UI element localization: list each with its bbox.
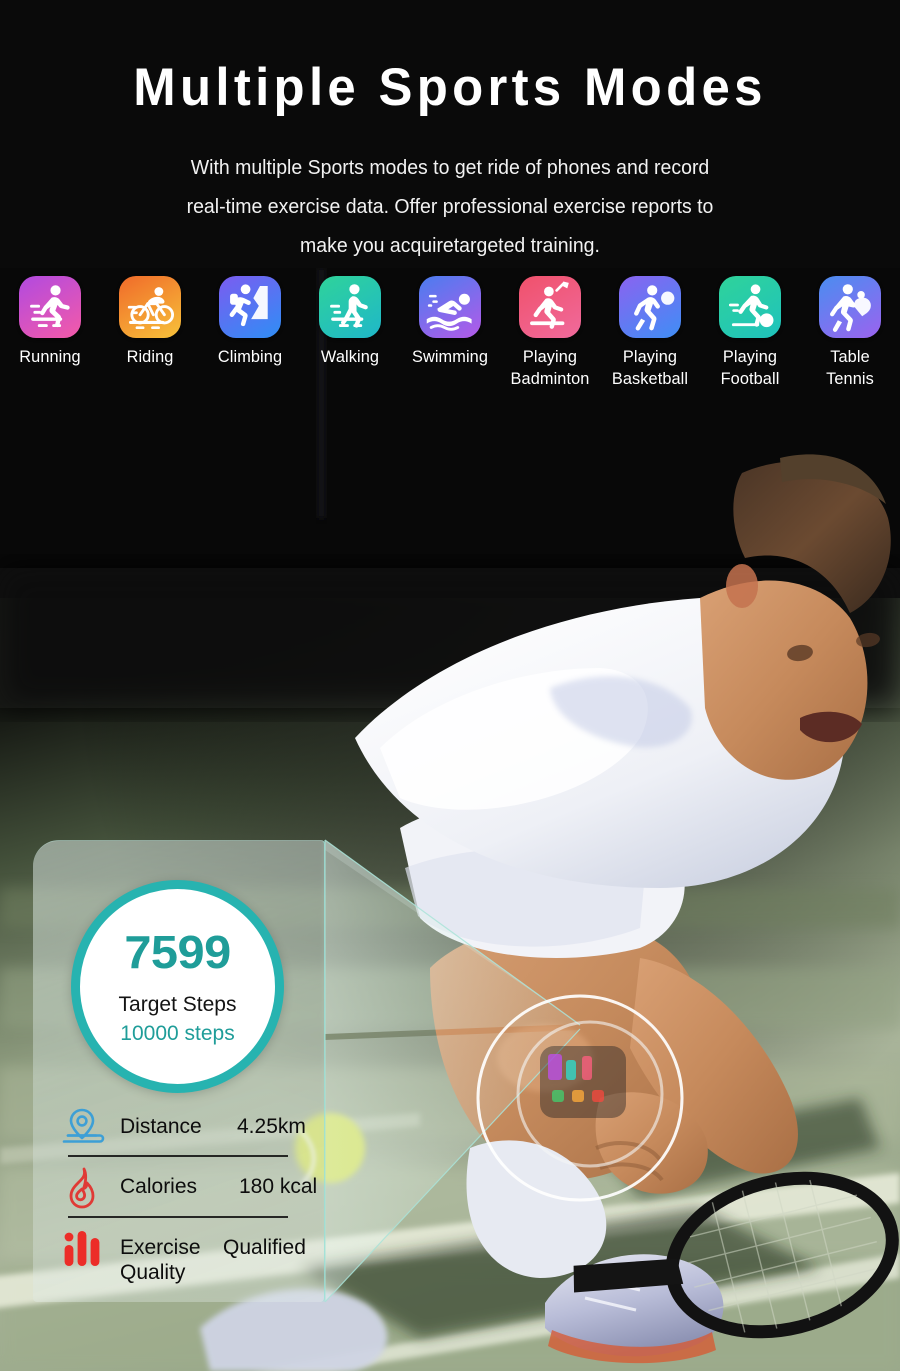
steps-value: 7599 xyxy=(124,926,231,978)
stats-hud-overlay: 7599 Target Steps 10000 steps Distance 4… xyxy=(0,268,900,1371)
flame-icon xyxy=(58,1164,106,1212)
location-pin-icon xyxy=(58,1104,106,1152)
subtitle-line-1: With multiple Sports modes to get ride o… xyxy=(190,156,710,179)
steps-label: Target Steps xyxy=(118,993,237,1016)
page-subtitle: With multiple Sports modes to get ride o… xyxy=(99,148,802,265)
stat-value-distance: 4.25km xyxy=(237,1115,306,1138)
stat-label-calories: Calories xyxy=(120,1175,198,1198)
header-section: Multiple Sports Modes With multiple Spor… xyxy=(0,0,900,268)
stat-row-distance: Distance 4.25km xyxy=(58,1104,308,1162)
stat-value-calories: 180 kcal xyxy=(239,1175,318,1198)
stat-divider-1 xyxy=(68,1155,288,1157)
subtitle-line-3: make you acquiretargeted training. xyxy=(300,234,600,257)
stat-label-exercise: Exercise xyxy=(120,1236,201,1259)
stat-row-calories: Calories 180 kcal xyxy=(58,1164,317,1222)
steps-goal: 10000 steps xyxy=(120,1022,235,1045)
stat-label-quality: Quality xyxy=(120,1261,186,1284)
stat-value-exercise-quality: Qualified xyxy=(223,1236,306,1259)
stat-divider-2 xyxy=(68,1216,288,1218)
bar-chart-icon xyxy=(58,1225,106,1273)
subtitle-line-2: real-time exercise data. Offer professio… xyxy=(186,195,714,218)
target-steps-ring: 7599 Target Steps 10000 steps xyxy=(71,880,284,1093)
stat-row-exercise-quality: Exercise Quality Qualified xyxy=(58,1225,308,1295)
page-title: Multiple Sports Modes xyxy=(133,58,767,117)
stat-label-distance: Distance xyxy=(120,1115,202,1138)
